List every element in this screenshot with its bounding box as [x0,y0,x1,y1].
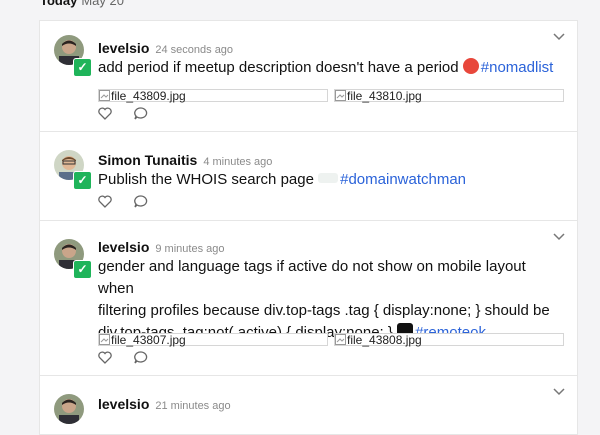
post-author[interactable]: levelsio 21 minutes ago [98,396,231,412]
broken-image-icon [99,90,110,101]
attachment[interactable]: file_43808.jpg [334,333,564,347]
attachment[interactable]: file_43810.jpg [334,89,564,103]
broken-image-icon [99,334,110,345]
post-body-line: filtering profiles because div.top-tags … [98,302,550,319]
author-name[interactable]: levelsio [98,40,149,56]
heart-icon[interactable] [98,195,112,208]
author-name[interactable]: levelsio [98,239,149,255]
post-card: ✓ levelsio 9 minutes ago gender and langu… [39,220,578,376]
chevron-down-icon[interactable] [553,233,565,241]
post-body-line: gender and language tags if active do no… [98,258,526,297]
heart-icon[interactable] [98,351,112,364]
heart-icon[interactable] [98,107,112,120]
post-text: gender and language tags if active do no… [98,256,563,344]
comment-icon[interactable] [134,195,148,208]
domainwatchman-icon [318,173,339,183]
post-time[interactable]: 4 minutes ago [203,156,272,168]
chevron-down-icon[interactable] [553,388,565,396]
post-author[interactable]: levelsio 24 seconds ago [98,40,233,56]
broken-image-icon [335,90,346,101]
chevron-down-icon[interactable] [553,33,565,41]
post-body: Publish the WHOIS search page [98,171,314,188]
done-check-icon: ✓ [73,260,92,279]
post-body: add period if meetup description doesn't… [98,59,459,76]
author-name[interactable]: levelsio [98,396,149,412]
post-card: ✓ Simon Tunaitis 4 minutes ago Publish th… [39,131,578,221]
post-text: Publish the WHOIS search page #domainwat… [98,169,563,191]
attachment-name: file_43807.jpg [111,333,186,347]
day-header: Today May 20 [40,0,124,8]
post-time[interactable]: 21 minutes ago [155,400,230,412]
attachment[interactable]: file_43807.jpg [98,333,328,347]
post-actions [98,107,166,125]
avatar[interactable] [54,394,84,424]
post-author[interactable]: Simon Tunaitis 4 minutes ago [98,152,272,168]
post-time[interactable]: 9 minutes ago [155,243,224,255]
post-text: add period if meetup description doesn't… [98,57,563,79]
attachment-name: file_43810.jpg [347,89,422,103]
comment-icon[interactable] [134,107,148,120]
comment-icon[interactable] [134,351,148,364]
attachment-name: file_43808.jpg [347,333,422,347]
post-time[interactable]: 24 seconds ago [155,44,233,56]
broken-image-icon [335,334,346,345]
done-check-icon: ✓ [73,171,92,190]
post-author[interactable]: levelsio 9 minutes ago [98,239,224,255]
attachment[interactable]: file_43809.jpg [98,89,328,103]
author-name[interactable]: Simon Tunaitis [98,152,197,168]
project-tag[interactable]: #domainwatchman [340,171,466,188]
post-actions [98,351,166,369]
nomadlist-icon [462,58,479,74]
attachment-name: file_43809.jpg [111,89,186,103]
done-check-icon: ✓ [73,58,92,77]
post-card: ✓ levelsio 24 seconds ago add period if m… [39,20,578,132]
day-date: May 20 [81,0,124,8]
post-actions [98,195,166,213]
post-card: levelsio 21 minutes ago [39,375,578,435]
day-label: Today [40,0,78,8]
project-tag[interactable]: #nomadlist [481,59,554,76]
